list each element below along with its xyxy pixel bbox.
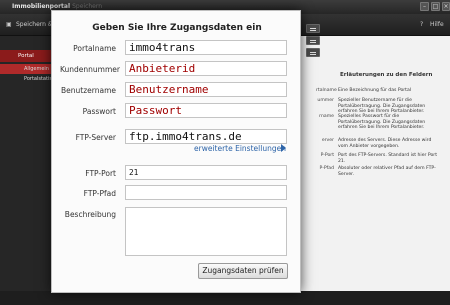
help-panel-title: Erläuterungen zu den Feldern xyxy=(340,72,433,78)
ftp-pfad-field[interactable] xyxy=(125,185,287,200)
help-row-key: rtalname xyxy=(316,88,337,93)
help-row-text: Spezieller Benutzername für die Portalüb… xyxy=(338,98,426,114)
chevron-right-icon[interactable] xyxy=(281,144,286,152)
field-help-panel: Erläuterungen zu den Feldern rtalname Ei… xyxy=(316,66,440,266)
benutzername-label: Benutzername xyxy=(61,86,116,95)
sidebar-item-portalstatistik[interactable]: Portalstatis xyxy=(0,74,52,84)
list-icon[interactable] xyxy=(306,24,320,33)
passwort-label: Passwort xyxy=(82,107,116,116)
benutzername-field[interactable]: Benutzername xyxy=(125,82,287,97)
help-row-key: P-Port xyxy=(320,153,334,158)
help-row-text: Eine Bezeichnung für das Portal xyxy=(338,88,412,93)
save-icon[interactable]: ▣ xyxy=(6,21,12,28)
dialog-side-icons xyxy=(306,24,320,60)
close-button[interactable]: × xyxy=(442,2,450,11)
help-row-key: erver xyxy=(321,138,334,143)
sidebar-item-allgemein[interactable]: Allgemein xyxy=(0,64,52,74)
help-row-text: Adresse des Servers. Diese Adresse wird … xyxy=(338,138,432,149)
ftp-server-field[interactable]: ftp.immo4trans.de xyxy=(125,129,287,144)
status-bar xyxy=(0,291,450,305)
help-row-text: Absoluter oder relativer Pfad auf dem FT… xyxy=(338,166,436,177)
dialog-title: Geben Sie Ihre Zugangsdaten ein xyxy=(92,23,262,33)
help-row-key: P-Pfad xyxy=(319,166,334,171)
ftp-pfad-label: FTP-Pfad xyxy=(83,189,116,198)
access-data-dialog: Geben Sie Ihre Zugangsdaten ein Portalna… xyxy=(51,10,301,293)
kundennummer-field[interactable]: Anbieterid xyxy=(125,61,287,76)
help-icon[interactable]: ? xyxy=(420,21,423,28)
list-icon[interactable] xyxy=(306,48,320,57)
ftp-server-label: FTP-Server xyxy=(75,133,116,142)
list-icon[interactable] xyxy=(306,36,320,45)
check-access-button[interactable]: Zugangsdaten prüfen xyxy=(198,263,288,279)
minimize-button[interactable]: – xyxy=(420,2,429,11)
app-title: Immobilienportal Speichern xyxy=(12,3,103,10)
help-row-text: Port des FTP-Servers. Standard ist hier … xyxy=(338,153,437,164)
advanced-settings-link[interactable]: erweiterte Einstellungen xyxy=(194,144,286,153)
app-subtitle: Speichern xyxy=(72,3,103,10)
kundennummer-label: Kundennummer xyxy=(60,65,120,74)
help-row-text: Spezielles Passwort für die Portalübertr… xyxy=(338,114,426,130)
help-row-key: ummer xyxy=(317,98,334,103)
ftp-port-field[interactable]: 21 xyxy=(125,165,287,180)
sidebar: Portal Allgemein Portalstatis xyxy=(0,36,52,296)
portalname-label: Portalname xyxy=(73,44,116,53)
passwort-field[interactable]: Passwort xyxy=(125,103,287,118)
beschreibung-label: Beschreibung xyxy=(64,210,116,219)
portalname-field[interactable]: immo4trans xyxy=(125,40,287,55)
help-button[interactable]: Hilfe xyxy=(430,21,444,28)
sidebar-header-portal[interactable]: Portal xyxy=(0,50,52,62)
ftp-port-label: FTP-Port xyxy=(85,169,116,178)
maximize-button[interactable]: □ xyxy=(431,2,440,11)
beschreibung-textarea[interactable] xyxy=(125,207,287,256)
help-row-key: rname xyxy=(319,114,334,119)
